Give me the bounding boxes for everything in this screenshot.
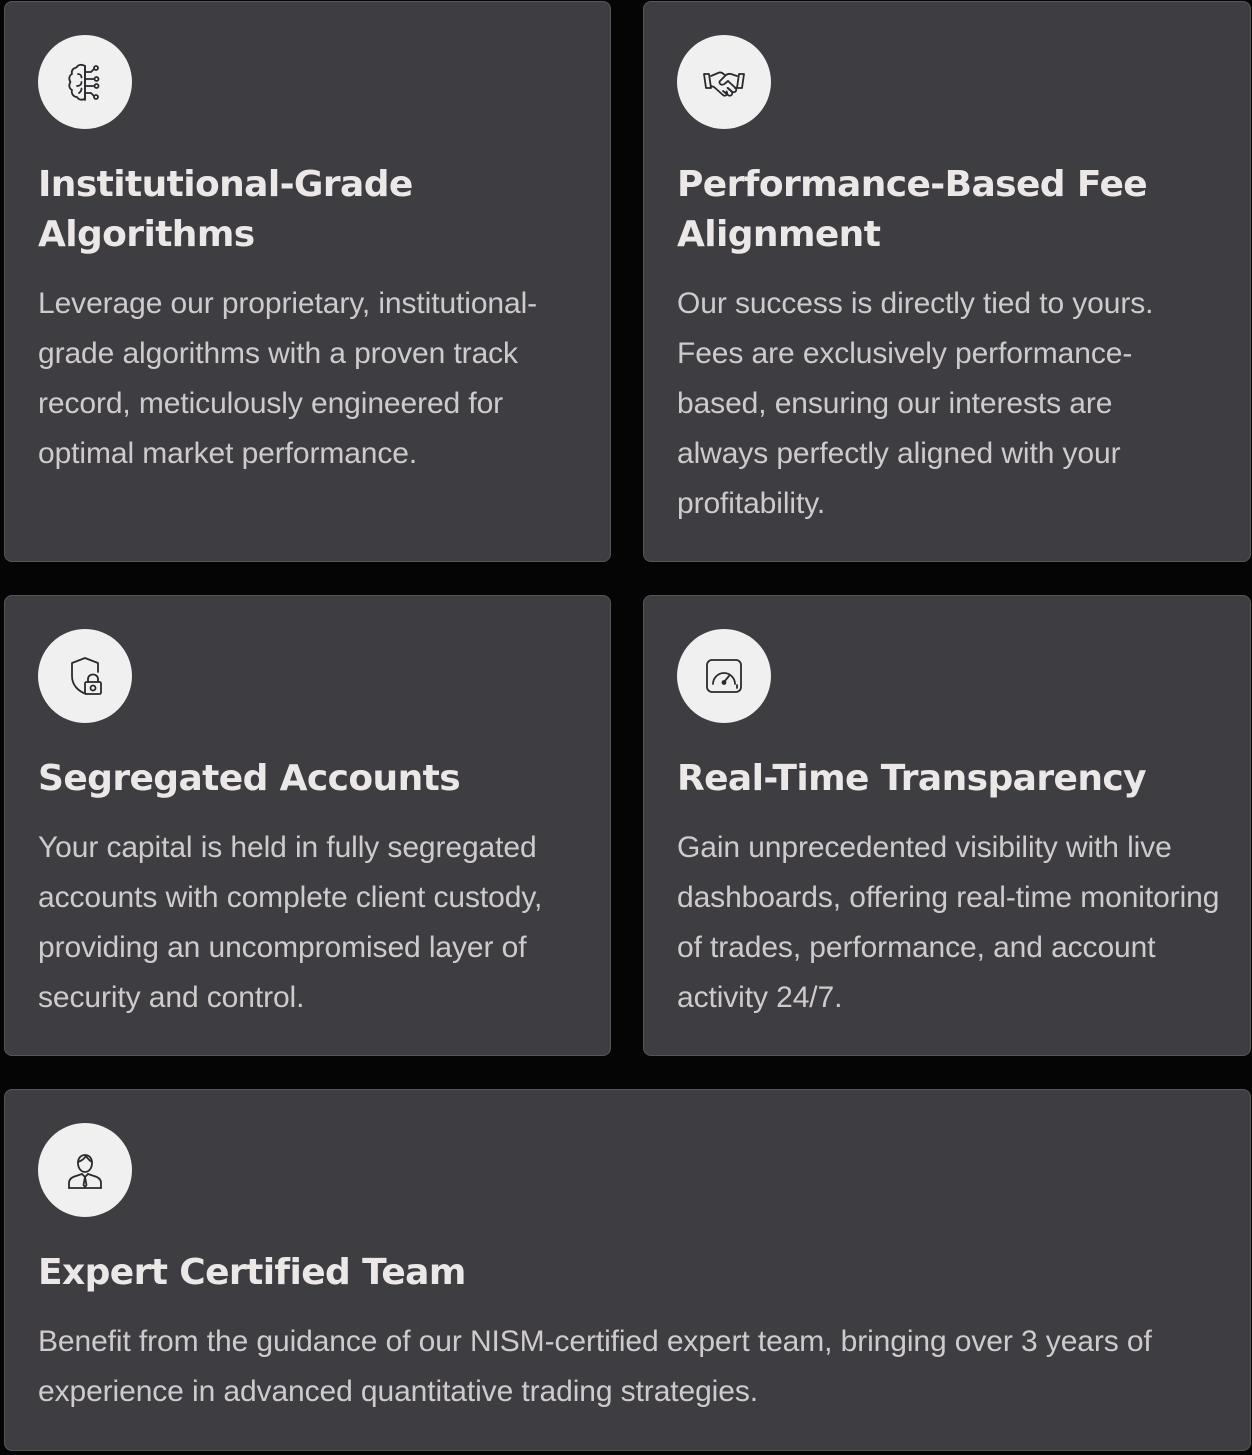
feature-title: Expert Certified Team [38, 1252, 466, 1293]
feature-title-line: Algorithms [38, 214, 255, 255]
feature-card-algorithms: Institutional-Grade Algorithms Leverage … [4, 1, 611, 562]
feature-title: Institutional-Grade Algorithms [38, 160, 413, 260]
feature-title: Performance-Based Fee Alignment [677, 160, 1148, 260]
feature-card-fee-alignment: Performance-Based Fee Alignment Our succ… [643, 1, 1251, 562]
feature-card-expert-team: Expert Certified Team Benefit from the g… [4, 1089, 1251, 1451]
feature-card-segregated-accounts: Segregated Accounts Your capital is held… [4, 595, 611, 1056]
feature-title-line: Performance-Based Fee [677, 164, 1148, 205]
feature-card-transparency: Real-Time Transparency Gain unprecedente… [643, 595, 1251, 1056]
feature-description: Our success is directly tied to yours. F… [677, 287, 1154, 520]
shield-lock-icon [38, 629, 132, 723]
feature-title-line: Alignment [677, 214, 881, 255]
speedometer-dashboard-icon [677, 629, 771, 723]
feature-title: Segregated Accounts [38, 758, 461, 799]
brain-circuit-icon [38, 35, 132, 129]
feature-title-line: Institutional-Grade [38, 164, 413, 205]
feature-description: Gain unprecedented visibility with live … [677, 831, 1220, 1014]
feature-description: Your capital is held in fully segregated… [38, 831, 543, 1014]
feature-title: Real-Time Transparency [677, 758, 1147, 799]
handshake-icon [677, 35, 771, 129]
feature-description: Leverage our proprietary, institutional-… [38, 287, 538, 470]
feature-description: Benefit from the guidance of our NISM-ce… [38, 1325, 1152, 1408]
business-person-icon [38, 1123, 132, 1217]
